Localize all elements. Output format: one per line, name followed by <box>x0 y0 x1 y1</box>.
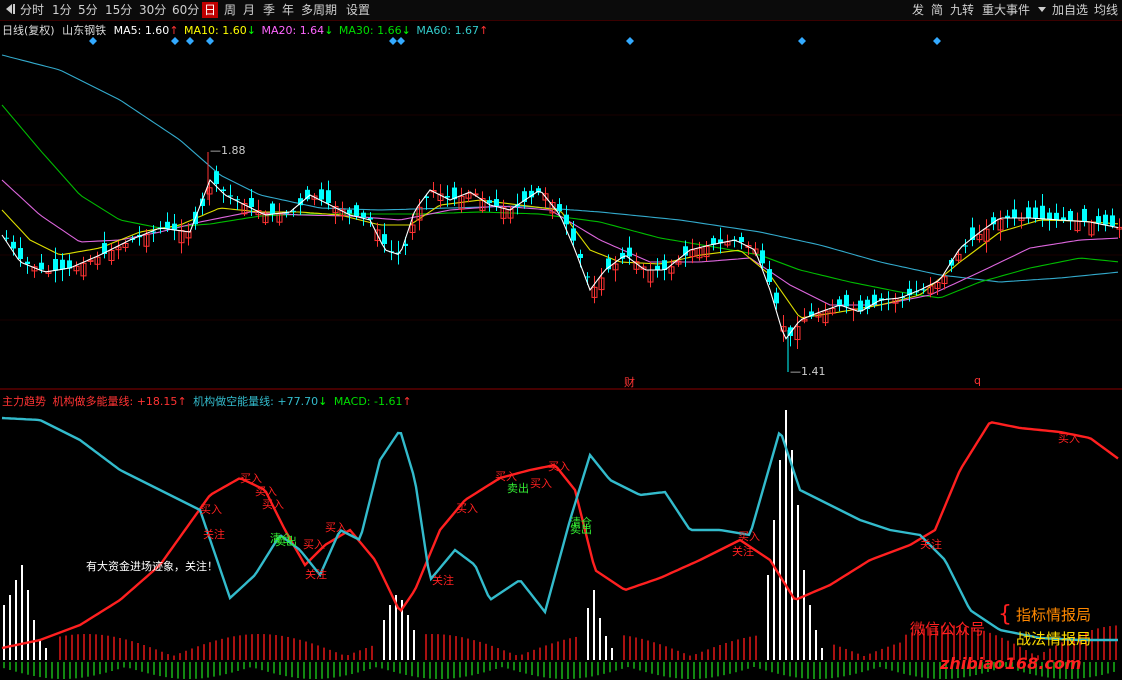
svg-text:买入: 买入 <box>548 460 570 473</box>
svg-text:买入: 买入 <box>738 530 760 543</box>
svg-text:关注: 关注 <box>203 527 225 541</box>
short-energy-arrow: ↓ <box>318 395 328 408</box>
svg-text:买入: 买入 <box>530 477 552 490</box>
short-energy-label: 机构做空能量线: <box>193 395 274 408</box>
energy-lines <box>1 416 1119 650</box>
long-energy-arrow: ↑ <box>177 395 187 408</box>
long-energy-value: +18.15 <box>136 395 178 408</box>
short-energy-line <box>1 416 1118 642</box>
long-energy-line <box>1 421 1119 650</box>
q-marker[interactable]: q <box>974 374 981 387</box>
ma10-line <box>1 199 1119 319</box>
svg-text:关注: 关注 <box>920 537 942 551</box>
svg-text:关注: 关注 <box>305 567 327 581</box>
ma60-line <box>1 54 1119 283</box>
long-energy-label: 机构做多能量线: <box>52 395 134 408</box>
watermark-line-1: 指标情报局 <box>1016 606 1092 624</box>
svg-text:卖出: 卖出 <box>275 534 297 548</box>
svg-text:买入: 买入 <box>200 503 222 516</box>
indicator-name: 主力趋势 <box>2 395 46 408</box>
macd-value: -1.61 <box>374 395 403 408</box>
svg-text:卖出: 卖出 <box>507 481 529 495</box>
watermark-wechat-label: 微信公众号 <box>910 620 986 638</box>
svg-text:买入: 买入 <box>262 498 284 511</box>
high-price-label: —1.88 <box>210 144 246 157</box>
short-energy-value: +77.70 <box>277 395 319 408</box>
svg-text:买入: 买入 <box>255 485 277 498</box>
watermark-line-2: 战法情报局 <box>1016 630 1092 648</box>
watermark-brace: { <box>998 602 1012 627</box>
svg-text:买入: 买入 <box>456 502 478 515</box>
svg-text:关注: 关注 <box>732 544 754 558</box>
svg-text:买入: 买入 <box>325 521 347 534</box>
indicator-legend: 主力趋势 机构做多能量线: +18.15↑ 机构做空能量线: +77.70↓ M… <box>2 393 412 409</box>
macd-label: MACD: <box>333 395 371 408</box>
financial-report-marker[interactable]: 财 <box>624 374 635 390</box>
watermark-url: zhibiao168.com <box>940 654 1082 673</box>
capital-inflow-note: 有大资金进场迹象，关注！ <box>86 560 218 573</box>
svg-text:关注: 关注 <box>432 573 454 587</box>
signal-diamonds <box>89 37 941 45</box>
low-price-label: —1.41 <box>790 365 826 378</box>
svg-text:买入: 买入 <box>240 472 262 485</box>
macd-arrow: ↑ <box>402 395 412 408</box>
svg-text:卖出: 卖出 <box>570 522 592 536</box>
svg-text:买入: 买入 <box>1058 432 1080 445</box>
kline-chart[interactable]: 买入关注买入买入买入清仓卖出 买入关注买入关注买入买入卖出 买入买入清仓卖出关注买入… <box>0 0 1122 680</box>
svg-text:买入: 买入 <box>303 538 325 551</box>
